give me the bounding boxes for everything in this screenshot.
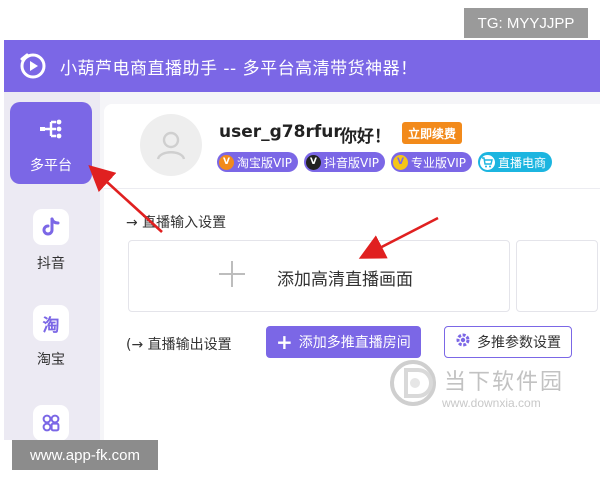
app-window: 小葫芦电商直播助手 -- 多平台高清带货神器！ 多平台 抖音 淘 淘宝 user… bbox=[4, 40, 600, 440]
add-live-source-card[interactable]: 添加高清直播画面 bbox=[128, 240, 510, 312]
vip-icon: V bbox=[393, 154, 408, 170]
vip-icon: V bbox=[219, 154, 234, 170]
add-multi-room-button[interactable]: + 添加多推直播房间 bbox=[266, 326, 421, 358]
vip-icon: V bbox=[306, 154, 321, 170]
live-source-card-2[interactable] bbox=[516, 240, 598, 312]
vip-badge-label: 专业版VIP bbox=[411, 155, 466, 170]
sidebar-item-douyin[interactable]: 抖音 bbox=[10, 200, 92, 282]
downxia-logo-icon bbox=[390, 360, 436, 406]
vip-badge-pro[interactable]: V 专业版VIP bbox=[391, 152, 472, 172]
sidebar-item-apps[interactable] bbox=[10, 386, 92, 440]
multi-platform-icon bbox=[33, 111, 69, 147]
cart-icon bbox=[480, 154, 495, 170]
vip-badge-live-commerce[interactable]: 直播电商 bbox=[478, 152, 553, 172]
tg-watermark-tag: TG: MYYJJPP bbox=[464, 8, 588, 38]
multi-push-settings-label: 多推参数设置 bbox=[477, 335, 561, 351]
sidebar-item-taobao[interactable]: 淘 淘宝 bbox=[10, 296, 92, 378]
sidebar-item-label: 抖音 bbox=[37, 256, 65, 272]
sidebar: 多平台 抖音 淘 淘宝 bbox=[4, 92, 100, 440]
add-live-source-label: 添加高清直播画面 bbox=[277, 270, 413, 290]
multi-push-settings-button[interactable]: 多推参数设置 bbox=[444, 326, 572, 358]
divider bbox=[104, 188, 600, 189]
sidebar-item-label: 淘宝 bbox=[37, 352, 65, 368]
douyin-icon bbox=[33, 209, 69, 245]
add-multi-room-label: 添加多推直播房间 bbox=[298, 335, 411, 351]
sidebar-item-label: 多平台 bbox=[30, 158, 72, 174]
watermark-url: www.downxia.com bbox=[442, 396, 541, 410]
app-logo-icon bbox=[16, 49, 50, 83]
user-icon bbox=[156, 131, 186, 160]
vip-badge-label: 直播电商 bbox=[498, 155, 547, 170]
vip-badge-label: 淘宝版VIP bbox=[237, 155, 292, 170]
taobao-icon: 淘 bbox=[33, 305, 69, 341]
vip-badge-list: V 淘宝版VIP V 抖音版VIP V 专业版VIP 直播电商 bbox=[217, 152, 553, 172]
avatar[interactable] bbox=[140, 114, 202, 176]
live-output-section-label: (→ 直播输出设置 bbox=[126, 337, 232, 353]
username: user_g78rfur bbox=[219, 122, 342, 142]
watermark-name: 当下软件园 bbox=[444, 370, 565, 395]
gear-icon bbox=[455, 332, 471, 352]
title-bar: 小葫芦电商直播助手 -- 多平台高清带货神器！ bbox=[4, 40, 600, 92]
downxia-watermark: 当下软件园 www.downxia.com bbox=[388, 358, 568, 418]
plus-icon: + bbox=[276, 330, 293, 354]
plus-icon bbox=[219, 261, 245, 287]
vip-badge-label: 抖音版VIP bbox=[324, 155, 379, 170]
sidebar-item-multi-platform[interactable]: 多平台 bbox=[10, 102, 92, 184]
site-watermark-tag: www.app-fk.com bbox=[12, 440, 158, 470]
renew-button[interactable]: 立即续费 bbox=[402, 122, 463, 144]
vip-badge-taobao[interactable]: V 淘宝版VIP bbox=[217, 152, 298, 172]
live-input-section-label: → 直播输入设置 bbox=[126, 215, 227, 231]
vip-badge-douyin[interactable]: V 抖音版VIP bbox=[304, 152, 385, 172]
apps-icon bbox=[33, 405, 69, 440]
greeting: 你好！ bbox=[340, 127, 391, 147]
app-title: 小葫芦电商直播助手 -- 多平台高清带货神器！ bbox=[60, 58, 418, 79]
